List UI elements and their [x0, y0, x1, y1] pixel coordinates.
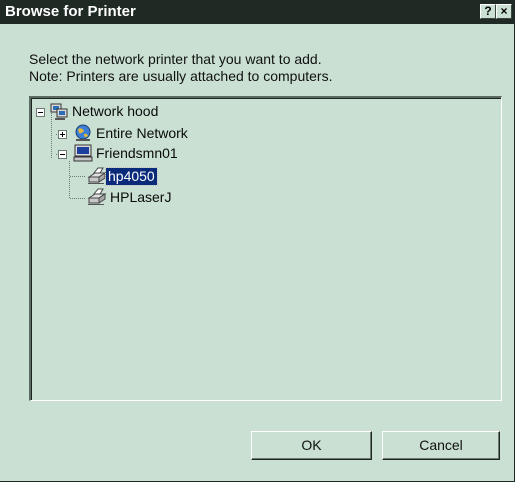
instruction-line-1: Select the network printer that you want…	[29, 51, 322, 67]
collapse-toggle[interactable]	[58, 150, 67, 159]
computer-icon	[73, 144, 93, 162]
tree-item-label: Entire Network	[96, 125, 188, 141]
cancel-button[interactable]: Cancel	[382, 431, 500, 460]
close-button[interactable]: ×	[496, 4, 512, 19]
tree-connector	[69, 161, 70, 199]
collapse-toggle[interactable]	[36, 108, 45, 117]
expand-toggle[interactable]	[58, 130, 67, 139]
instructions: Select the network printer that you want…	[29, 51, 332, 85]
printer-tree-view[interactable]: Network hood Entire Network Friendsmn01 …	[29, 96, 502, 401]
browse-for-printer-dialog: Browse for Printer ? × Select the networ…	[0, 0, 515, 482]
tree-connector	[70, 198, 86, 199]
ok-button[interactable]: OK	[251, 431, 372, 460]
printer-icon	[87, 167, 107, 184]
globe-icon	[75, 124, 91, 141]
tree-item-label: HPLaserJ	[110, 189, 172, 205]
title-bar[interactable]: Browse for Printer ? ×	[0, 0, 514, 24]
printer-icon	[87, 188, 107, 205]
tree-connector	[70, 176, 86, 177]
tree-item-label: Network hood	[72, 103, 159, 119]
tree-item-label: Friendsmn01	[96, 145, 178, 161]
instruction-line-2: Note: Printers are usually attached to c…	[29, 68, 333, 84]
network-neighborhood-icon	[50, 103, 68, 120]
help-button[interactable]: ?	[480, 4, 496, 19]
window-title: Browse for Printer	[5, 3, 136, 20]
tree-item-label: hp4050	[105, 167, 158, 186]
